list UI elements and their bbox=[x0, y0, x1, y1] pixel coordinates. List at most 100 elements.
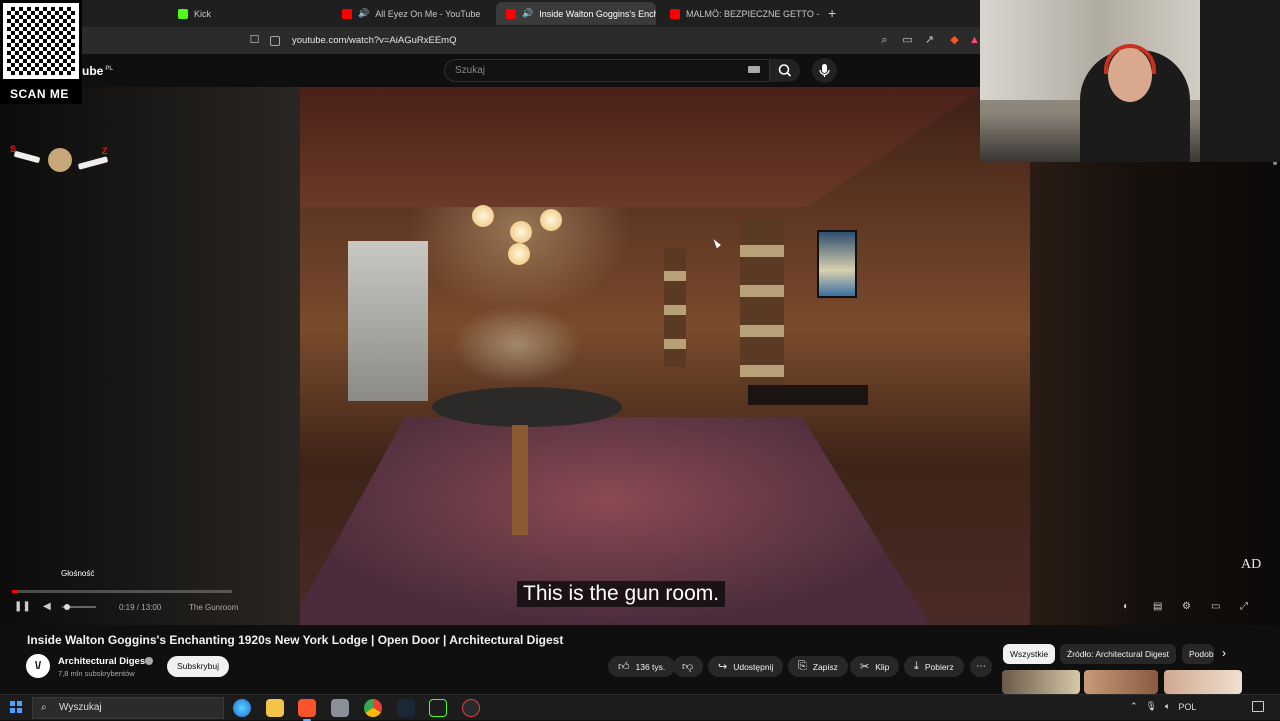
taskbar-search-input[interactable]: ⌕ Wyszukaj bbox=[32, 697, 224, 719]
country-code: PL bbox=[105, 66, 114, 72]
clip-label: Klip bbox=[875, 661, 890, 672]
search-icon bbox=[778, 64, 792, 77]
dislike-button[interactable]: 👎︎ bbox=[673, 656, 703, 677]
pause-icon[interactable]: ❚❚ bbox=[14, 601, 31, 612]
like-button[interactable]: 👍︎ 136 tys. bbox=[608, 656, 676, 677]
chapter-title[interactable]: The Gunroom bbox=[189, 603, 238, 612]
cast-icon[interactable]: ▭ bbox=[901, 34, 914, 47]
edge-icon[interactable] bbox=[233, 699, 251, 717]
tab-title: Inside Walton Goggins's Ench bbox=[539, 8, 656, 19]
progress-bar[interactable] bbox=[12, 590, 232, 593]
player-controls: ❚❚ ◀ 0:19 / 13:00 The Gunroom ◐ ▤ ⚙ ▭ ⤢ bbox=[0, 597, 1280, 619]
video-side-table bbox=[748, 385, 868, 405]
save-button[interactable]: ⎘ Zapisz bbox=[788, 656, 848, 677]
volume-tooltip: Głośność bbox=[61, 569, 95, 578]
theater-mode-icon[interactable]: ▭ bbox=[1211, 601, 1220, 612]
audio-icon: 🔊 bbox=[358, 8, 370, 18]
settings-gear-icon[interactable]: ⚙ bbox=[1182, 601, 1191, 612]
notification-icon[interactable] bbox=[1252, 701, 1264, 712]
address-bar[interactable]: youtube.com/watch?v=AiAGuRxEEmQ bbox=[270, 31, 870, 50]
zoom-icon[interactable]: ⌕ bbox=[878, 34, 891, 47]
autoplay-toggle-icon[interactable]: ◐ bbox=[1123, 601, 1129, 612]
channel-avatar[interactable]: \/ bbox=[26, 654, 50, 678]
qr-code-overlay: SCAN ME bbox=[0, 0, 82, 104]
scissors-icon: ✂ bbox=[860, 661, 870, 673]
tab-malmo[interactable]: MALMÖ: BEZPIECZNE GETTO - YouTu bbox=[660, 2, 820, 25]
search-icon: ⌕ bbox=[41, 702, 47, 713]
microphone-icon[interactable]: 🎙︎ bbox=[1146, 701, 1157, 712]
brave-shield-icon[interactable]: ◆ bbox=[948, 34, 961, 47]
url-text: youtube.com/watch?v=AiAGuRxEEmQ bbox=[292, 35, 457, 46]
audio-icon: 🔊 bbox=[522, 8, 534, 18]
volume-icon[interactable]: ◀ bbox=[43, 601, 51, 612]
kick-icon[interactable] bbox=[429, 699, 447, 717]
chevron-up-icon[interactable]: ⌃ bbox=[1130, 701, 1138, 712]
language-indicator[interactable]: POL bbox=[1178, 702, 1196, 712]
thumbs-up-icon: 👍︎ bbox=[618, 661, 630, 673]
bookmark-icon: ⎘ bbox=[798, 660, 807, 672]
thumbs-down-icon: 👎︎ bbox=[682, 661, 694, 673]
bookmark-icon[interactable]: ☐ bbox=[248, 34, 261, 47]
subtitles-icon[interactable]: ▤ bbox=[1153, 601, 1162, 612]
download-button[interactable]: ⤓ Pobierz bbox=[904, 656, 964, 677]
speaker-icon[interactable]: 🔈︎ bbox=[1165, 701, 1170, 712]
youtube-header: ube PL Szukaj bbox=[0, 54, 980, 87]
search-input[interactable]: Szukaj bbox=[444, 59, 770, 82]
brave-icon[interactable] bbox=[298, 699, 316, 721]
video-table-leg bbox=[512, 425, 528, 535]
windows-start-icon[interactable] bbox=[10, 701, 22, 713]
webcam-overlay bbox=[980, 0, 1280, 162]
more-actions-button[interactable]: ⋯ bbox=[970, 656, 992, 677]
chip-similar[interactable]: Podob bbox=[1182, 644, 1214, 664]
site-info-icon[interactable] bbox=[270, 35, 280, 46]
volume-knob[interactable] bbox=[64, 604, 70, 610]
recommended-thumbnail[interactable] bbox=[1002, 670, 1080, 694]
system-tray: ⌃ 🎙︎ 🔈︎ POL bbox=[1130, 701, 1196, 712]
chevron-right-icon[interactable]: › bbox=[1222, 646, 1226, 660]
youtube-logo[interactable]: ube PL bbox=[82, 64, 113, 78]
subscriber-count: 7,8 mln subskrybentów bbox=[58, 669, 135, 678]
windows-taskbar: ⌕ Wyszukaj ⌃ 🎙︎ 🔈︎ POL bbox=[0, 694, 1280, 721]
new-tab-icon[interactable]: + bbox=[828, 5, 836, 21]
obs-icon[interactable] bbox=[462, 699, 480, 717]
tab-kick[interactable]: Kick bbox=[168, 2, 330, 25]
channel-name[interactable]: Architectural Digest bbox=[58, 656, 148, 667]
keyboard-icon[interactable] bbox=[748, 66, 760, 73]
voice-search-button[interactable] bbox=[812, 58, 837, 83]
search-button[interactable] bbox=[770, 59, 800, 82]
video-painting bbox=[817, 230, 857, 298]
clip-button[interactable]: ✂ Klip bbox=[850, 656, 900, 677]
youtube-favicon-icon bbox=[342, 8, 352, 19]
download-icon: ⤓ bbox=[914, 660, 919, 672]
app-icon[interactable] bbox=[331, 699, 349, 717]
qr-label: SCAN ME bbox=[10, 87, 69, 101]
file-explorer-icon[interactable] bbox=[266, 699, 284, 717]
video-right-wall bbox=[1030, 87, 1280, 625]
share-icon[interactable]: ↗ bbox=[923, 34, 936, 47]
channel-watermark[interactable]: AD bbox=[1241, 557, 1261, 573]
video-title: Inside Walton Goggins's Enchanting 1920s… bbox=[27, 633, 564, 647]
recommended-thumbnail[interactable] bbox=[1164, 670, 1242, 694]
subscribe-button[interactable]: Subskrybuj bbox=[167, 656, 229, 677]
kick-favicon-icon bbox=[178, 8, 188, 19]
time-display: 0:19 / 13:00 bbox=[119, 603, 162, 612]
chrome-icon[interactable] bbox=[364, 699, 382, 717]
microphone-icon bbox=[819, 64, 830, 77]
youtube-favicon-icon bbox=[670, 8, 680, 19]
recommended-thumbnail[interactable] bbox=[1084, 670, 1158, 694]
chip-all[interactable]: Wszystkie bbox=[1003, 644, 1056, 664]
share-button[interactable]: ↪ Udostępnij bbox=[708, 656, 784, 677]
tab-title: All Eyez On Me - YouTube bbox=[375, 8, 481, 19]
video-bookshelf bbox=[664, 247, 686, 367]
tab-title: MALMÖ: BEZPIECZNE GETTO - YouTu bbox=[686, 8, 820, 19]
tab-all-eyez-on-me[interactable]: 🔊 All Eyez On Me - YouTube bbox=[332, 2, 492, 25]
video-bookshelf bbox=[740, 217, 784, 385]
steam-icon[interactable] bbox=[397, 699, 415, 717]
video-player[interactable]: This is the gun room. AD Głośność ❚❚ ◀ 0… bbox=[0, 87, 1280, 625]
share-label: Udostępnij bbox=[733, 661, 774, 672]
chip-from-source[interactable]: Źródło: Architectural Digest bbox=[1060, 644, 1177, 664]
fullscreen-icon[interactable]: ⤢ bbox=[1240, 601, 1248, 612]
tab-walton-goggins[interactable]: 🔊 Inside Walton Goggins's Ench ✕ bbox=[496, 2, 656, 25]
qr-code-icon bbox=[3, 3, 79, 79]
browser-tab-strip: Kick 🔊 All Eyez On Me - YouTube 🔊 Inside… bbox=[0, 0, 980, 27]
